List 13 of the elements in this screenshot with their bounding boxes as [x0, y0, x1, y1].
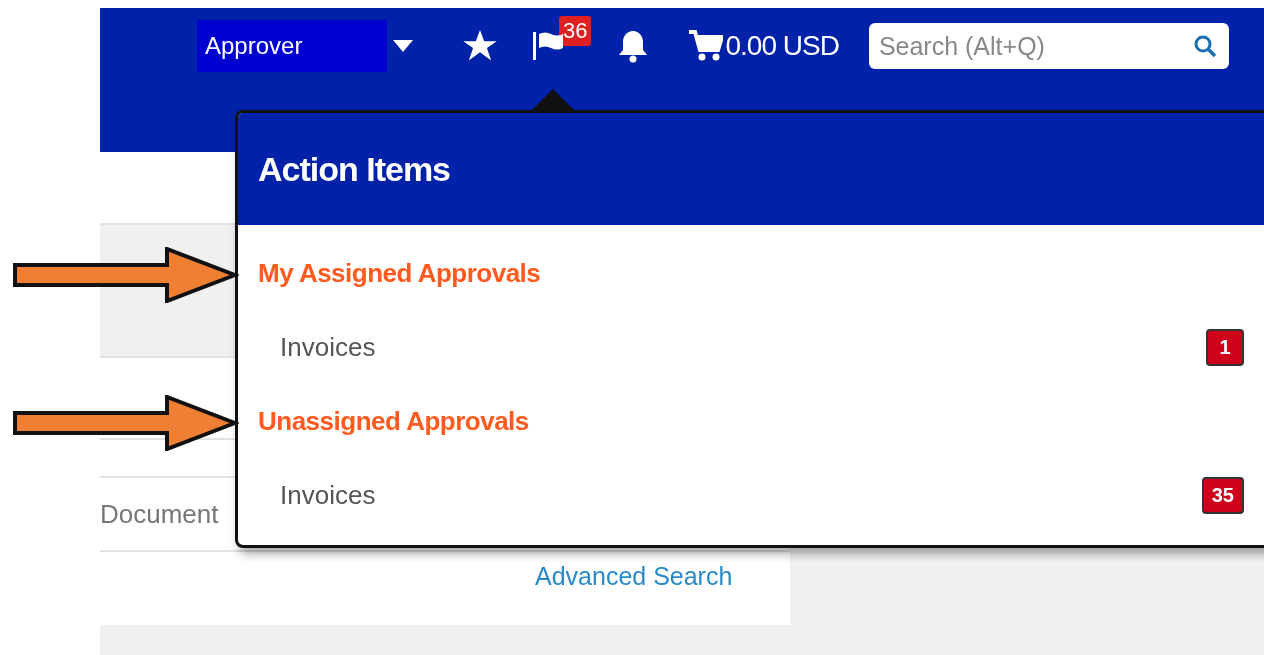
- section-heading: Unassigned Approvals: [258, 405, 529, 437]
- role-select[interactable]: Approver: [197, 20, 387, 72]
- item-count: 1: [1206, 328, 1244, 366]
- search-field[interactable]: Search (Alt+Q): [868, 23, 1229, 69]
- item-count: 35: [1201, 476, 1244, 514]
- action-item-link[interactable]: Invoices: [280, 479, 376, 511]
- cart-button[interactable]: 0.00 USD: [689, 20, 839, 72]
- document-label: Document: [100, 498, 219, 530]
- advanced-search-link[interactable]: Advanced Search: [535, 562, 790, 591]
- section-heading: My Assigned Approvals: [258, 257, 541, 289]
- action-item-link[interactable]: Invoices: [280, 331, 376, 363]
- popup-title: Action Items: [258, 149, 451, 189]
- notification-count: 36: [559, 16, 592, 46]
